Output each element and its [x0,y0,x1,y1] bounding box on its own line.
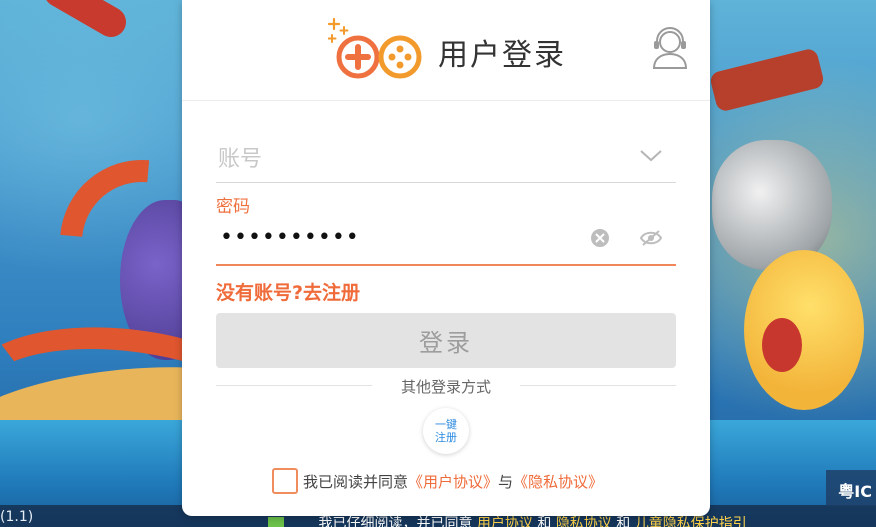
password-input[interactable]: •••••••••• [220,220,360,256]
check-icon [268,517,284,527]
notice-mid: 和 [537,516,552,527]
login-panel: 用户登录 密码 •••••••••• 没有账号?去注册 登录 其他登录方式 [182,0,710,516]
password-label: 密码 [216,197,250,217]
notice-link-privacy: 隐私协议 [555,516,612,527]
eye-off-icon[interactable] [640,228,662,248]
quick-register-button[interactable]: 一键 注册 [423,408,469,454]
notice-link-user: 用户协议 [476,516,533,527]
gamepad-logo-icon [328,17,422,79]
quick-register-line1: 一键 [435,418,457,431]
password-field[interactable]: •••••••••• [216,218,676,266]
chevron-down-icon[interactable] [638,146,664,166]
privacy-agreement-link[interactable]: 《隐私协议》 [513,471,603,492]
quick-register-line2: 注册 [435,431,457,444]
other-login-label: 其他登录方式 [400,378,491,396]
login-button[interactable]: 登录 [216,313,676,368]
agreement-row: 我已阅读并同意 《用户协议》 与 《隐私协议》 [272,467,603,495]
agreement-checkbox[interactable] [272,468,298,494]
license-text: 粤IC [838,482,872,501]
user-agreement-link[interactable]: 《用户协议》 [408,471,498,492]
account-input[interactable] [216,138,620,180]
agreement-prefix: 我已阅读并同意 [303,472,409,491]
notice-mid: 和 [616,516,631,527]
version-text: (1.1) [0,509,34,525]
divider [216,385,372,386]
register-link[interactable]: 没有账号?去注册 [216,278,360,305]
account-field [216,138,676,183]
page-title: 用户登录 [438,38,566,73]
agreement-conjunction: 与 [498,472,514,491]
panel-header: 用户登录 [182,0,710,101]
customer-service-icon[interactable] [650,26,690,70]
notice-link-child: 儿童隐私保护指引 [634,516,747,527]
divider [520,385,676,386]
clear-icon[interactable] [590,228,610,248]
pufferfish-art [744,250,864,410]
pufferfish-mouth-art [762,318,802,372]
notice-prefix: 我已仔细阅读，并已同意 [318,516,473,527]
